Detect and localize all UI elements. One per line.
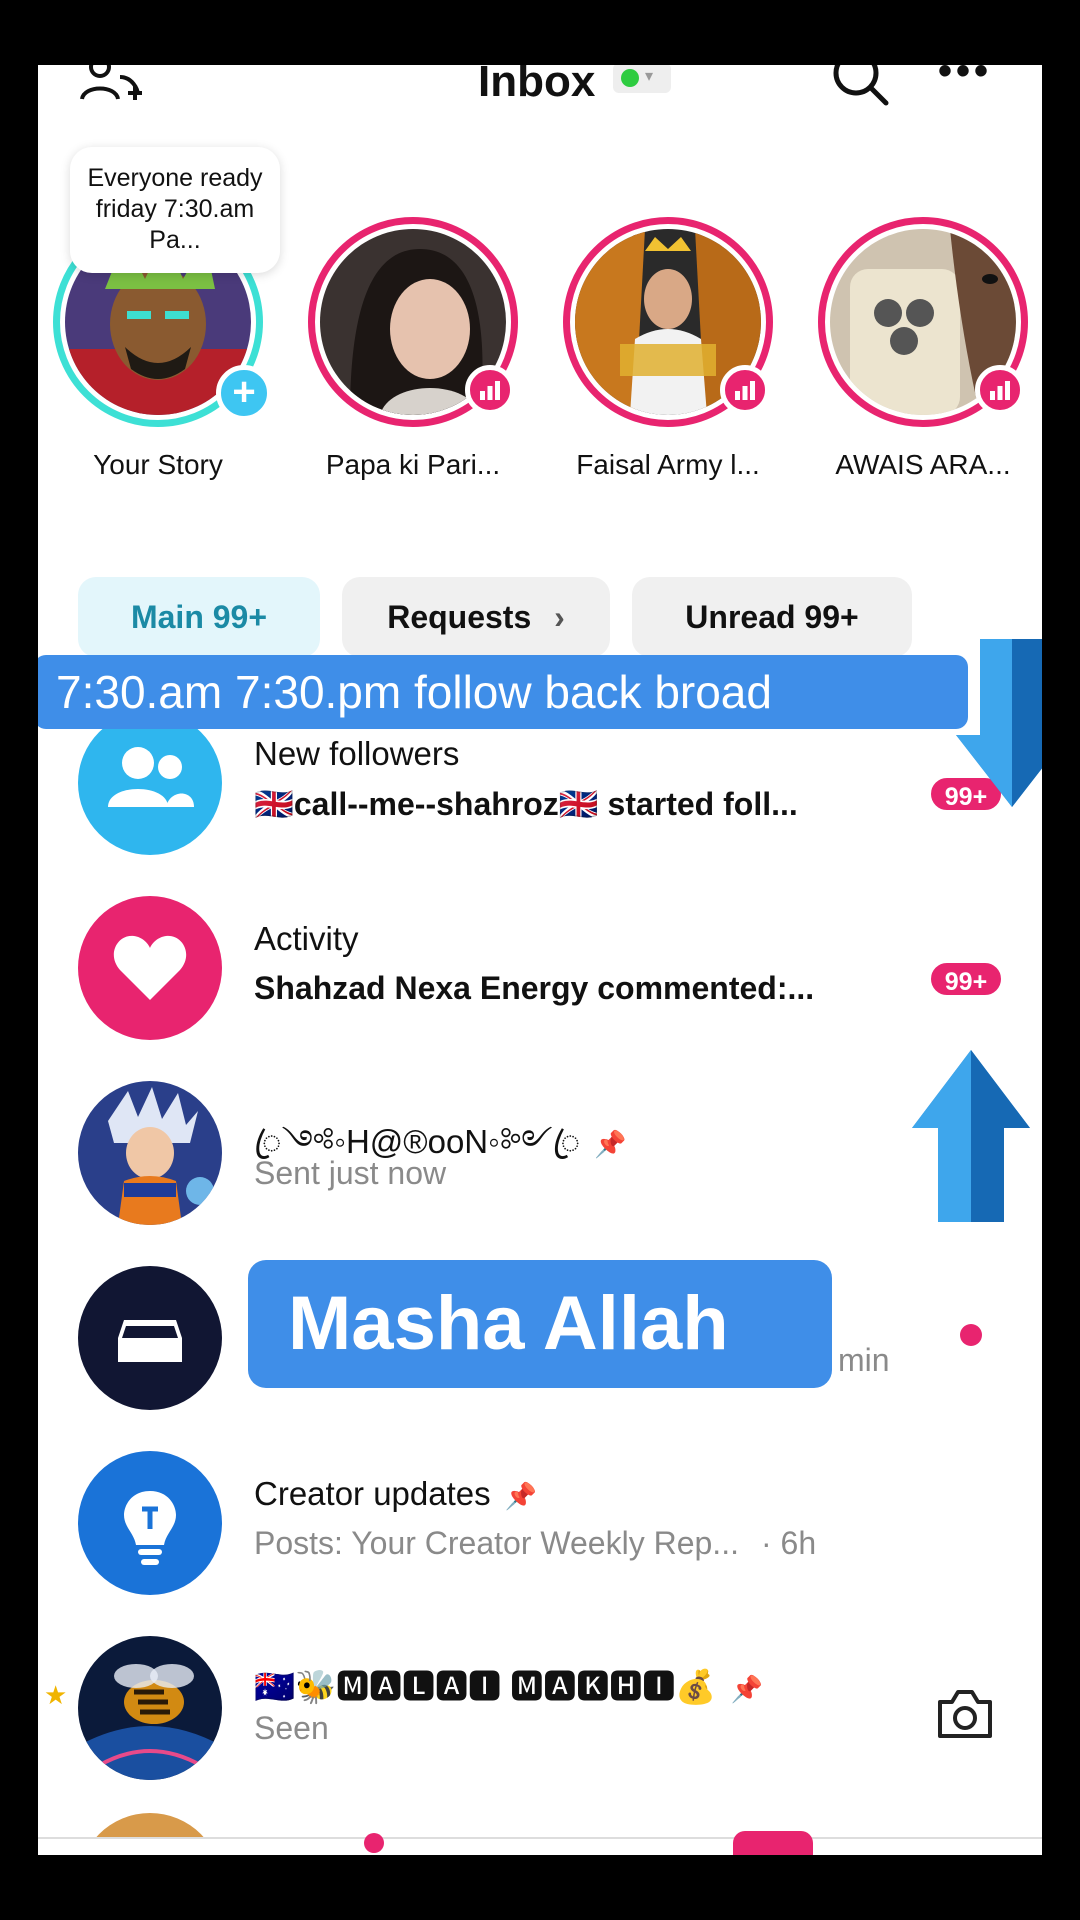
list-item-haroon[interactable]: ꦿ༺◦H@®ooN◦༻ꦿ 📌 Sent just now (38, 1075, 1042, 1225)
unread-dot (960, 1324, 982, 1346)
story-name: Papa ki Pari... (325, 449, 501, 480)
tab-requests[interactable]: Requests › (342, 577, 610, 657)
heart-icon (78, 896, 222, 1040)
avatar (78, 1636, 222, 1780)
page-title: Inbox (478, 65, 596, 106)
chevron-down-icon: ▾ (645, 68, 654, 85)
row-subtitle: Shahzad Nexa Energy commented:... (254, 970, 815, 1006)
row-title-text: Creator updates (254, 1475, 491, 1512)
star-icon: ★ (44, 1680, 68, 1710)
list-item-creator-updates[interactable]: Creator updates 📌 Posts: Your Creator Wee… (38, 1445, 1042, 1595)
tab-main[interactable]: Main 99+ (78, 577, 320, 657)
row-title-text: 🇦🇺🐝🅼🅰🅻🅰🅸 🅼🅰🅺🅷🅸💰 (254, 1668, 717, 1705)
row-title: Activity (254, 920, 359, 957)
row-subtitle: Seen (254, 1710, 329, 1746)
note-bubble[interactable]: Everyone ready friday 7:30.am Pa... (70, 147, 280, 273)
live-indicator-icon (720, 365, 770, 415)
pin-icon: 📌 (730, 1674, 763, 1704)
story-name: Your Story (93, 449, 223, 480)
row-subtitle-text: Posts: Your Creator Weekly Rep... (254, 1525, 739, 1561)
row-title: 🇦🇺🐝🅼🅰🅻🅰🅸 🅼🅰🅺🅷🅸💰 📌 (254, 1660, 763, 1708)
story-name: Faisal Army l... (576, 449, 760, 480)
row-title: New followers (254, 735, 460, 772)
live-indicator-icon (975, 365, 1025, 415)
people-icon (78, 711, 222, 855)
tab-requests-label: Requests (387, 599, 532, 635)
row-time: · 6h (760, 1525, 817, 1561)
notification-dot (364, 1833, 384, 1853)
live-indicator-icon (465, 365, 515, 415)
unread-count-badge: 99+ (928, 960, 1004, 998)
story-name: AWAIS ARA... (835, 449, 1011, 480)
chevron-right-icon: › (554, 599, 565, 635)
add-story-button[interactable]: + (216, 365, 272, 421)
lightbulb-icon (78, 1451, 222, 1595)
row-subtitle: Sent just now (254, 1155, 447, 1191)
row-subtitle: 🇬🇧call--me--shahroz🇬🇧 started foll... (254, 786, 798, 822)
row-time: min (838, 1342, 890, 1378)
archive-icon (78, 1266, 222, 1410)
active-status-toggle[interactable]: ▾ (613, 65, 671, 93)
pin-icon: 📌 (594, 1129, 627, 1159)
bottom-nav-bar (38, 1831, 1042, 1855)
list-item-malai-makhi[interactable]: ★ 🇦🇺🐝🅼🅰🅻🅰🅸 🅼🅰🅺🅷🅸💰 📌 Seen (38, 1630, 1042, 1780)
row-title: Creator updates 📌 (254, 1475, 537, 1513)
tab-unread[interactable]: Unread 99+ (632, 577, 912, 657)
arrow-down-icon (956, 639, 1042, 807)
notification-badge (733, 1831, 813, 1855)
list-item-activity[interactable]: Activity Shahzad Nexa Energy commented:.… (38, 890, 1042, 1040)
camera-icon[interactable] (934, 1686, 996, 1742)
avatar (78, 1081, 222, 1225)
search-icon[interactable] (828, 65, 892, 109)
more-horizontal-icon[interactable]: ••• (938, 65, 992, 94)
arrow-up-icon (912, 1050, 1030, 1222)
row-subtitle: Posts: Your Creator Weekly Rep... · 6h (254, 1525, 816, 1562)
add-friends-icon[interactable] (76, 65, 146, 105)
inbox-screen: Inbox ▾ ••• + Your Story Everyone ready … (38, 65, 1042, 1855)
caption-overlay: 7:30.am 7:30.pm follow back broad (38, 655, 968, 729)
header: Inbox ▾ ••• (38, 65, 1042, 106)
pin-icon: 📌 (504, 1481, 538, 1511)
masha-allah-overlay: Masha Allah (248, 1260, 832, 1388)
online-status-dot (621, 69, 639, 87)
